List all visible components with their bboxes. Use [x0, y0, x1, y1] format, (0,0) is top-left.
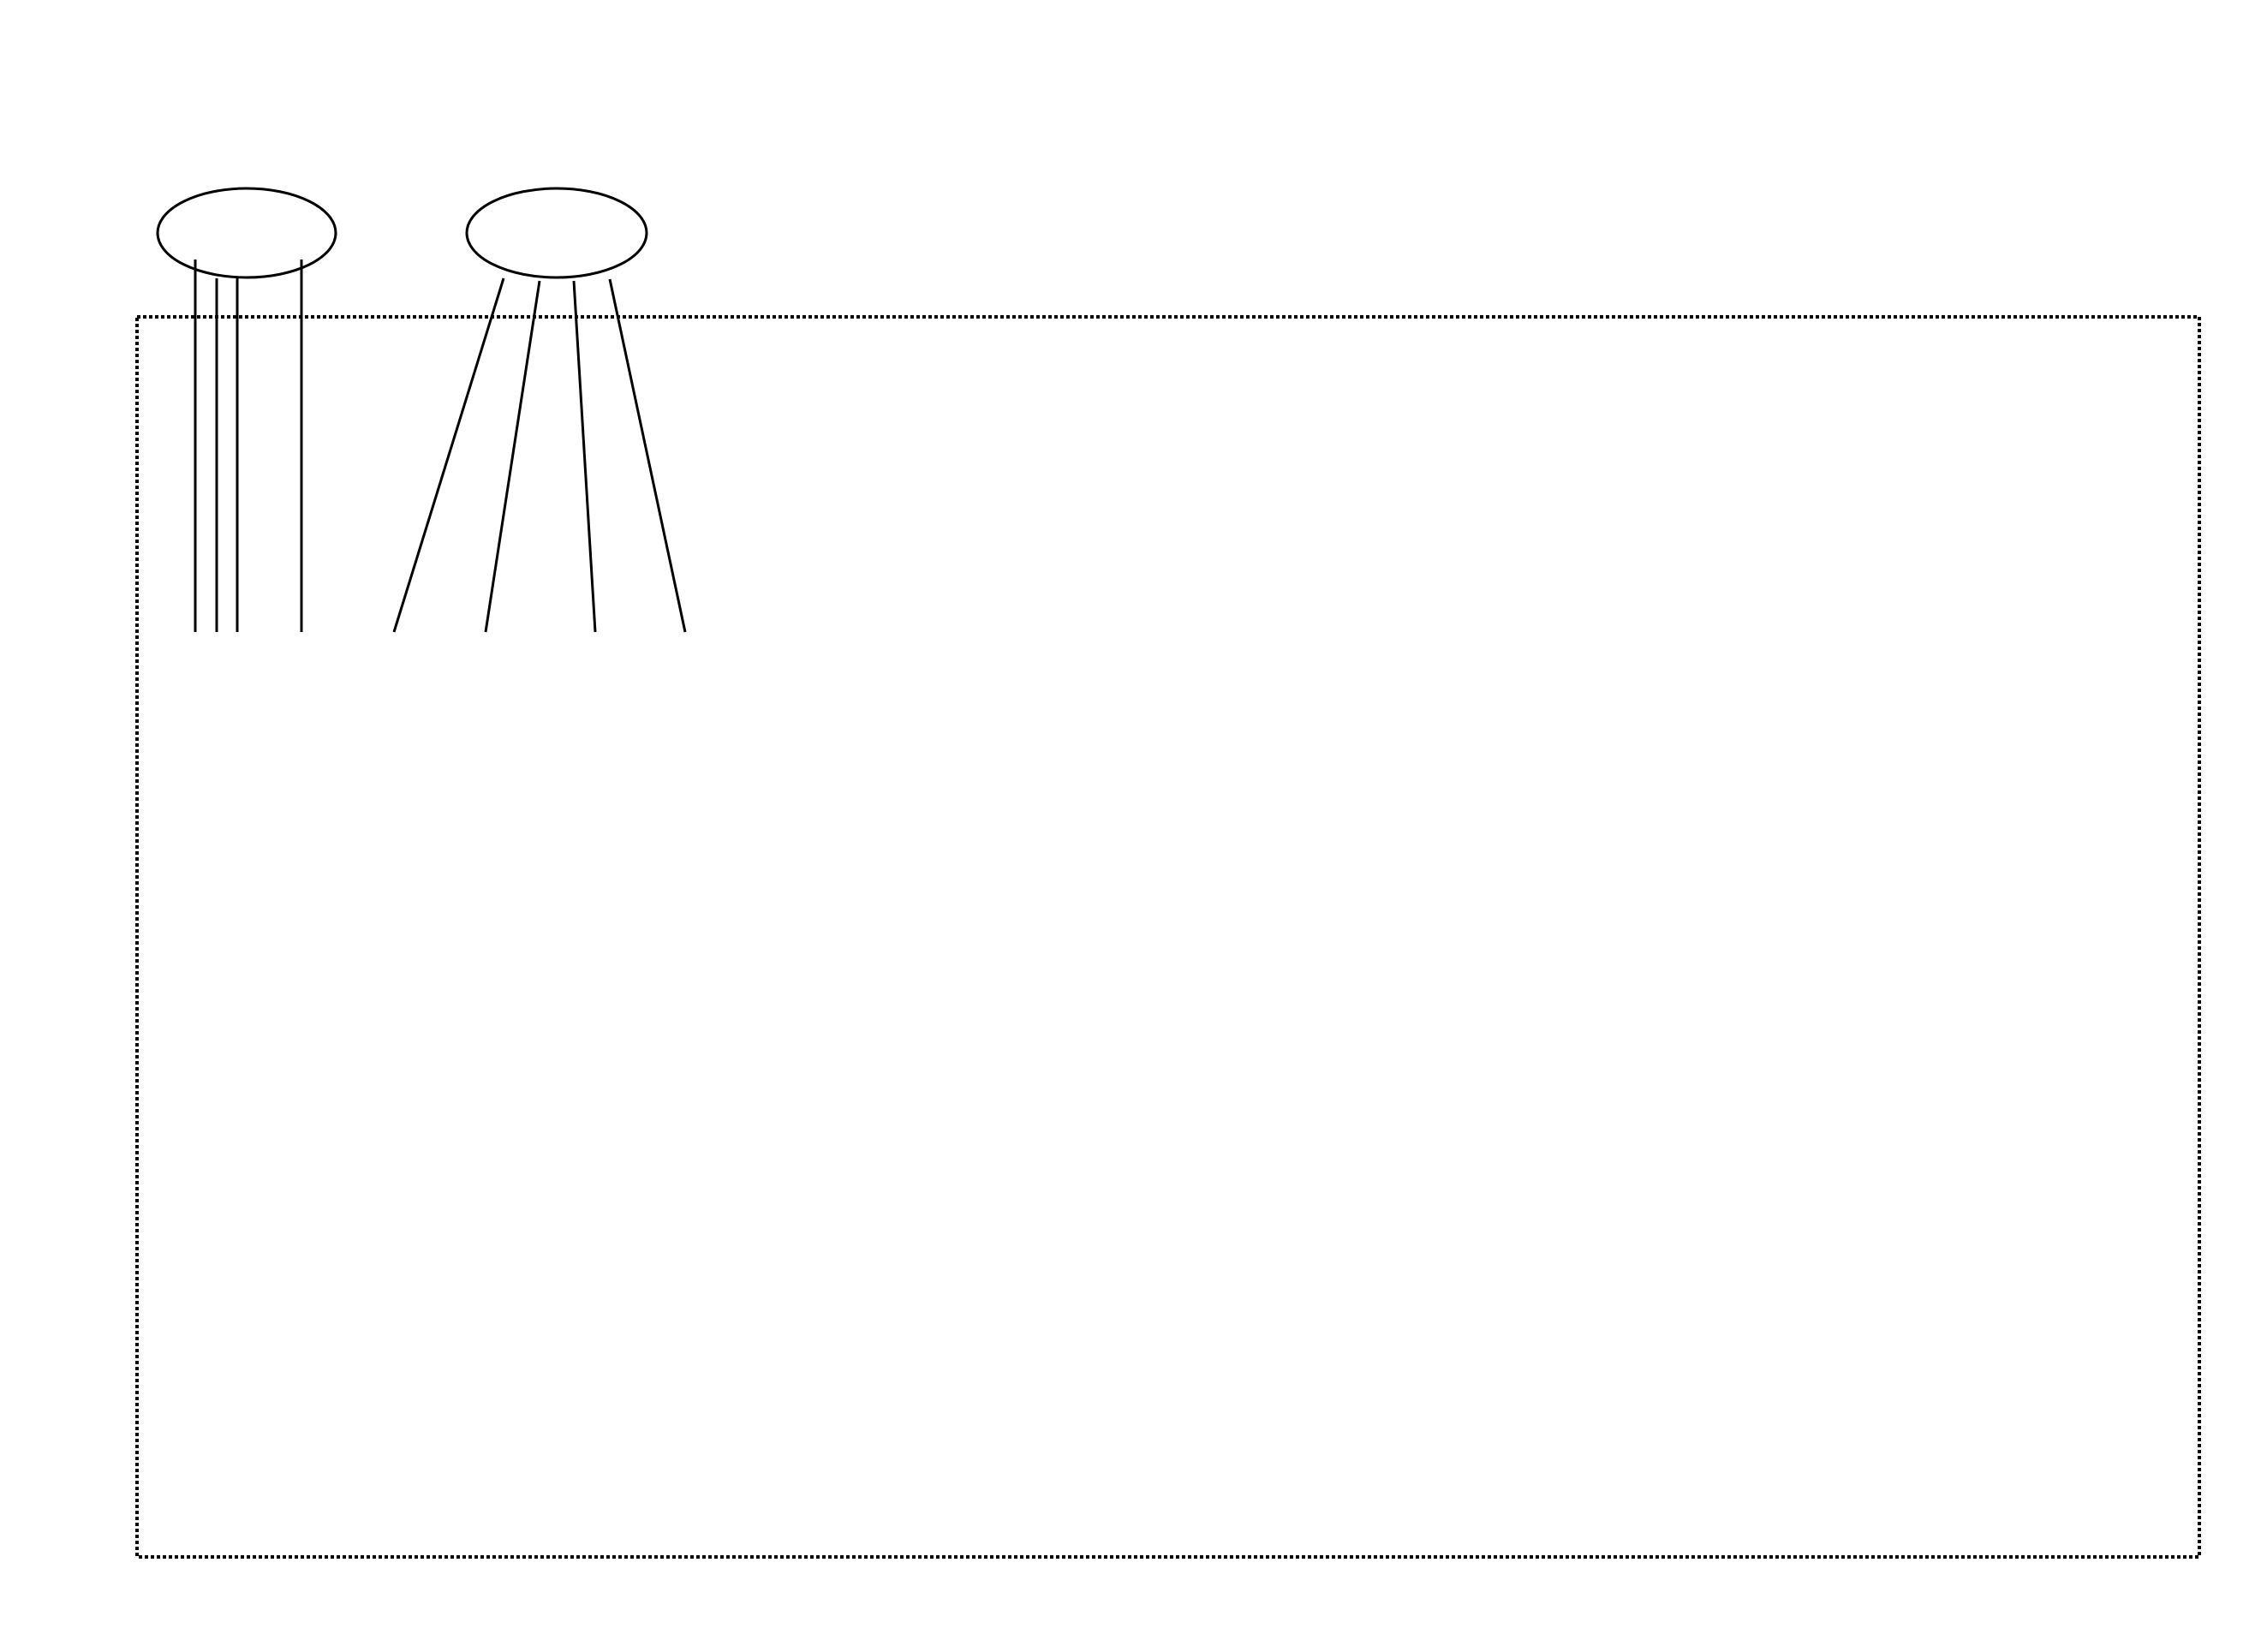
line-111-2 [484, 280, 541, 633]
line-111-4 [608, 278, 687, 633]
cms-wan-boundary [135, 315, 2201, 1559]
system-block-diagram [135, 187, 2201, 1559]
line-111-3 [572, 280, 597, 633]
line-111-1 [392, 277, 505, 633]
phone-group-111b-icon [156, 187, 337, 279]
phone-group-111-icon [465, 187, 648, 279]
